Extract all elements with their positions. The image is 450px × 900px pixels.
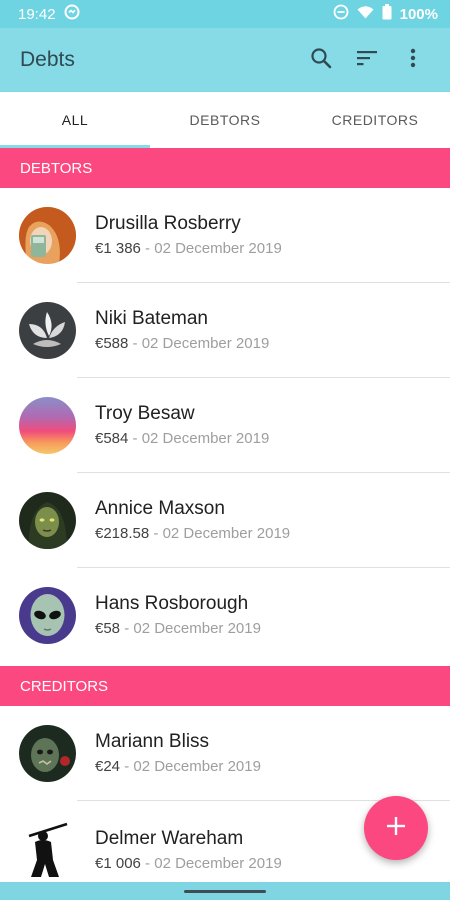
avatar [19, 302, 76, 359]
debt-info: €584 - 02 December 2019 [95, 430, 269, 447]
contact-name: Hans Rosborough [95, 593, 249, 614]
navigation-bar [0, 882, 450, 900]
list-item[interactable]: Troy Besaw €584 - 02 December 2019 [0, 378, 450, 473]
tab-creditors[interactable]: CREDITORS [300, 92, 450, 148]
avatar [19, 207, 76, 264]
debt-date: - 02 December 2019 [149, 525, 291, 542]
debt-info: €1 006 - 02 December 2019 [95, 855, 282, 872]
debt-date: - 02 December 2019 [120, 620, 261, 637]
section-header-creditors: CREDITORS [0, 666, 450, 706]
home-gesture-handle[interactable] [184, 890, 266, 893]
debt-date: - 02 December 2019 [128, 335, 270, 352]
debt-amount: €24 [95, 758, 121, 775]
debt-amount: €1 386 [95, 240, 141, 257]
app-bar: Debts [0, 28, 450, 92]
avatar [19, 587, 76, 644]
contact-name: Troy Besaw [95, 403, 195, 424]
avatar [19, 820, 76, 877]
debt-amount: €1 006 [95, 855, 141, 872]
list-item[interactable]: Niki Bateman €588 - 02 December 2019 [0, 283, 450, 378]
search-icon [310, 47, 332, 74]
debt-date: - 02 December 2019 [120, 758, 261, 775]
status-time: 19:42 [18, 5, 56, 23]
section-header-debtors: DEBTORS [0, 148, 450, 188]
more-options-button[interactable] [390, 37, 436, 83]
add-debt-button[interactable] [364, 796, 428, 860]
wifi-icon [357, 5, 374, 23]
battery-icon [382, 4, 392, 24]
status-bar: 19:42 100% [0, 0, 450, 28]
debt-date: - 02 December 2019 [140, 240, 282, 257]
page-title: Debts [20, 48, 75, 71]
debt-amount: €218.58 [95, 525, 150, 542]
list-item[interactable]: Mariann Bliss €24 - 02 December 2019 [0, 706, 450, 801]
contact-name: Annice Maxson [95, 498, 225, 519]
sort-button[interactable] [344, 37, 390, 83]
tab-bar: ALL DEBTORS CREDITORS [0, 92, 450, 148]
battery-level: 100% [399, 5, 438, 23]
debt-info: €58 - 02 December 2019 [95, 620, 261, 637]
sync-icon [64, 4, 80, 24]
search-button[interactable] [298, 37, 344, 83]
debt-amount: €58 [95, 620, 121, 637]
avatar [19, 492, 76, 549]
debt-amount: €584 [95, 430, 129, 447]
contact-name: Delmer Wareham [95, 828, 244, 849]
debt-info: €218.58 - 02 December 2019 [95, 525, 290, 542]
contact-name: Niki Bateman [95, 308, 208, 329]
debt-info: €588 - 02 December 2019 [95, 335, 269, 352]
more-vert-icon [410, 48, 416, 73]
avatar [19, 397, 76, 454]
debt-info: €1 386 - 02 December 2019 [95, 240, 282, 257]
plus-icon [386, 816, 406, 841]
debt-date: - 02 December 2019 [140, 855, 282, 872]
debt-amount: €588 [95, 335, 129, 352]
avatar [19, 725, 76, 782]
tab-debtors[interactable]: DEBTORS [150, 92, 300, 148]
debt-date: - 02 December 2019 [128, 430, 270, 447]
tab-all[interactable]: ALL [0, 92, 150, 148]
list-item[interactable]: Hans Rosborough €58 - 02 December 2019 [0, 568, 450, 663]
contact-name: Mariann Bliss [95, 731, 210, 752]
contact-name: Drusilla Rosberry [95, 213, 241, 234]
list-item[interactable]: Drusilla Rosberry €1 386 - 02 December 2… [0, 188, 450, 283]
sort-icon [356, 50, 378, 71]
list-item[interactable]: Annice Maxson €218.58 - 02 December 2019 [0, 473, 450, 568]
dnd-icon [333, 4, 349, 24]
debt-info: €24 - 02 December 2019 [95, 758, 261, 775]
